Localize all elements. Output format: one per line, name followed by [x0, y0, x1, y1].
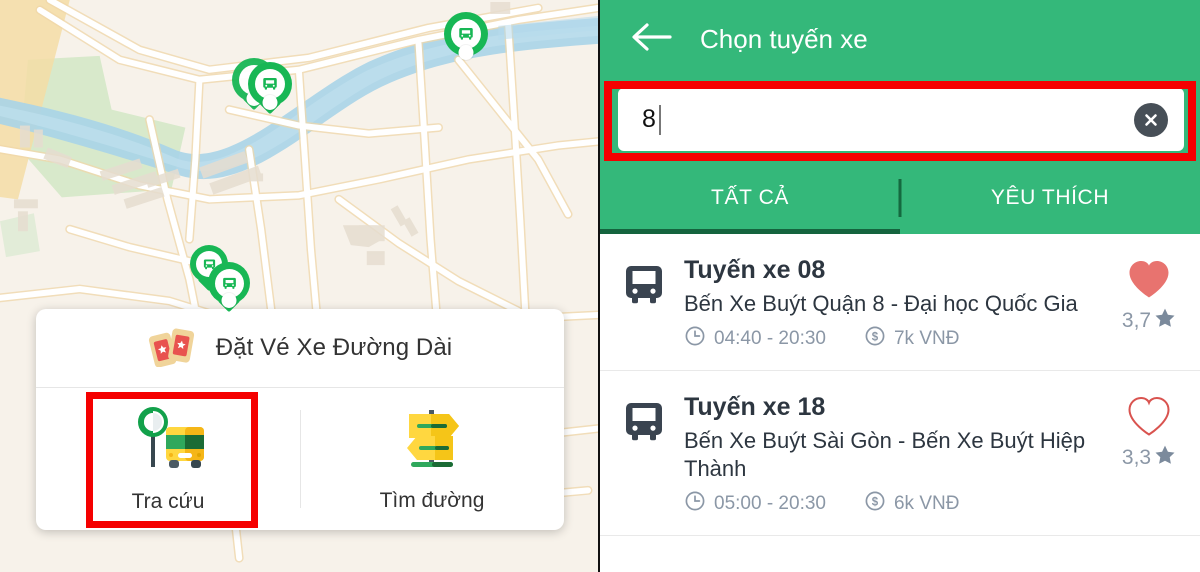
tab-yeu-thich-label: YÊU THÍCH	[990, 186, 1110, 209]
route-price: 7k VNĐ	[893, 327, 960, 349]
route-hours-group: 04:40 - 20:30	[684, 325, 826, 352]
rating-value: 3,3	[1121, 445, 1152, 469]
tab-tat-ca-label: TẤT CẢ	[711, 186, 789, 209]
app-header: Chọn tuyến xe	[600, 0, 1200, 79]
route-details: Tuyến xe 08 Bến Xe Buýt Quận 8 - Đại học…	[684, 256, 1096, 352]
map-panel[interactable]: Đặt Vé Xe Đường Dài Tra cứu Tìm đường	[0, 0, 600, 572]
long-distance-ticket-card: Đặt Vé Xe Đường Dài Tra cứu Tìm đường	[36, 309, 564, 530]
route-hours: 04:40 - 20:30	[714, 327, 826, 349]
marker-anchor-dot	[458, 45, 474, 60]
page-title: Chọn tuyến xe	[700, 24, 868, 54]
tra-cuu-label: Tra cứu	[131, 489, 205, 513]
route-list-item[interactable]: Tuyến xe 18 Bến Xe Buýt Sài Gòn - Bến Xe…	[600, 371, 1200, 537]
bus-stop-marker[interactable]	[248, 62, 292, 110]
route-price: 6k VNĐ	[893, 492, 960, 514]
route-title: Tuyến xe 08	[684, 256, 826, 284]
search-zone: 8	[600, 79, 1200, 162]
route-favorite-rating: 3,3	[1116, 393, 1182, 471]
search-input-value: 8	[642, 105, 656, 133]
bus-stop-marker[interactable]	[444, 12, 488, 60]
bus-stop-marker[interactable]	[208, 262, 250, 308]
tab-separator	[898, 179, 902, 217]
route-details: Tuyến xe 18 Bến Xe Buýt Sài Gòn - Bến Xe…	[684, 393, 1096, 517]
route-favorite-rating: 3,7	[1116, 256, 1182, 334]
marker-anchor-dot	[221, 293, 237, 308]
heart-filled-icon[interactable]	[1126, 258, 1172, 305]
card-actions: Tra cứu Tìm đường	[36, 388, 564, 530]
tab-bar: TẤT CẢ YÊU THÍCH	[600, 162, 1200, 234]
route-description: Bến Xe Buýt Quận 8 - Đại học Quốc Gia	[684, 291, 1078, 316]
route-description: Bến Xe Buýt Sài Gòn - Bến Xe Buýt Hiệp T…	[684, 428, 1086, 482]
route-meta: 04:40 - 20:30 $ 7k VNĐ	[684, 325, 1096, 352]
heart-outline-icon[interactable]	[1126, 395, 1172, 442]
app-panel: Chọn tuyến xe 8 TẤT CẢ YÊU THÍCH Tuyến x…	[600, 0, 1200, 572]
marker-anchor-dot	[262, 95, 278, 110]
back-arrow-icon[interactable]	[630, 21, 672, 58]
signpost-directions-icon	[397, 406, 467, 475]
tim-duong-button[interactable]: Tìm đường	[300, 388, 564, 530]
rating-row: 3,7	[1122, 307, 1176, 334]
route-list[interactable]: Tuyến xe 08 Bến Xe Buýt Quận 8 - Đại học…	[600, 234, 1200, 572]
ticket-icon	[148, 325, 202, 372]
text-caret	[658, 104, 661, 135]
screenshot-root: Đặt Vé Xe Đường Dài Tra cứu Tìm đường Ch…	[0, 0, 1200, 572]
tra-cuu-button[interactable]: Tra cứu	[36, 388, 300, 530]
star-icon	[1154, 307, 1176, 334]
tim-duong-label: Tìm đường	[379, 488, 485, 512]
rating-row: 3,3	[1122, 444, 1176, 471]
clock-icon	[684, 325, 706, 352]
clock-icon	[684, 490, 706, 517]
bus-front-icon	[624, 393, 664, 448]
rating-value: 3,7	[1121, 308, 1152, 332]
search-input[interactable]: 8	[618, 88, 1184, 151]
star-icon	[1154, 444, 1176, 471]
route-meta: 05:00 - 20:30 $ 6k VNĐ	[684, 490, 1096, 517]
card-title: Đặt Vé Xe Đường Dài	[215, 334, 453, 361]
route-price-group: $ 7k VNĐ	[864, 325, 959, 352]
route-hours-group: 05:00 - 20:30	[684, 490, 826, 517]
clear-circle-icon[interactable]	[1134, 102, 1168, 137]
route-title: Tuyến xe 18	[684, 393, 826, 422]
card-header[interactable]: Đặt Vé Xe Đường Dài	[36, 309, 564, 387]
route-price-group: $ 6k VNĐ	[864, 490, 959, 517]
dollar-icon: $	[864, 490, 886, 517]
dollar-icon: $	[864, 325, 886, 352]
bus-stop-lookup-icon	[130, 405, 206, 476]
svg-text:$: $	[872, 497, 879, 509]
route-list-item[interactable]: Tuyến xe 08 Bến Xe Buýt Quận 8 - Đại học…	[600, 234, 1200, 372]
bus-front-icon	[624, 256, 664, 311]
tab-tat-ca[interactable]: TẤT CẢ	[600, 162, 900, 234]
tab-yeu-thich[interactable]: YÊU THÍCH	[900, 162, 1200, 234]
route-hours: 05:00 - 20:30	[714, 492, 826, 514]
svg-text:$: $	[872, 332, 879, 344]
